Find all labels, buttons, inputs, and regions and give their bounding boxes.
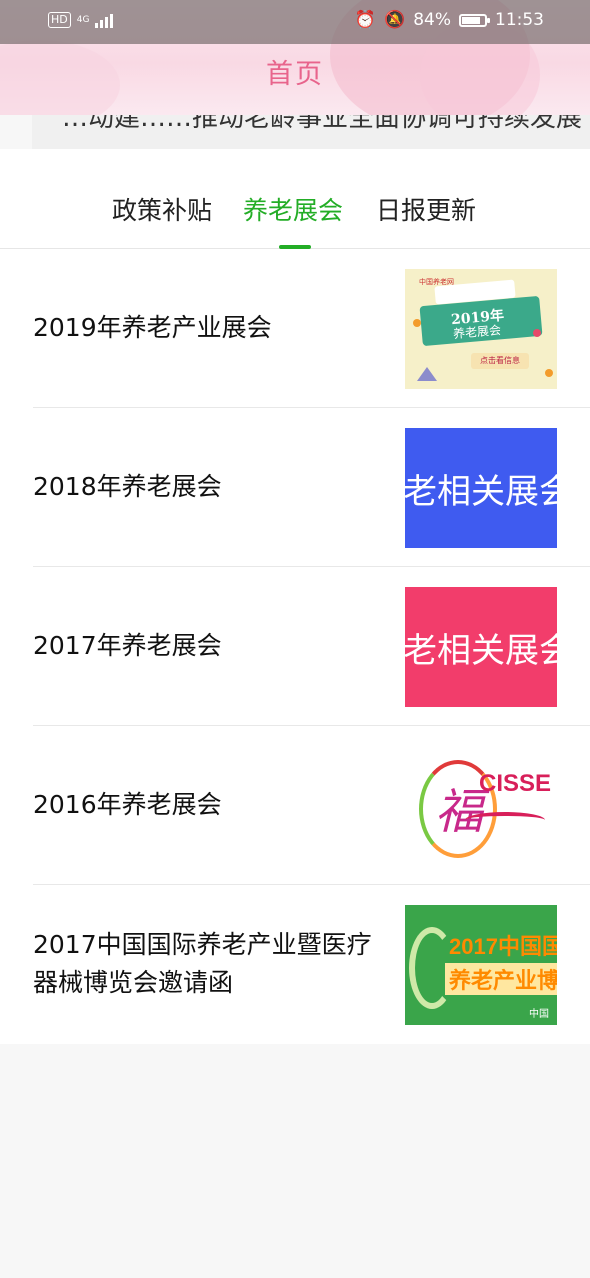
battery-icon xyxy=(459,13,490,27)
list-item[interactable]: 2018年养老展会 养老相关展会 xyxy=(33,408,590,567)
battery-percent: 84% xyxy=(413,10,451,30)
alarm-icon: ⏰ xyxy=(354,10,377,30)
thumbnail-2018-expo: 养老相关展会 xyxy=(405,428,557,548)
thumb-button: 点击看信息 xyxy=(471,353,529,369)
thumbnail-2017-expo: 养老相关展会 xyxy=(405,587,557,707)
banner-card[interactable]: …动建……推动老龄事业全面协调可持续发展 xyxy=(32,115,590,149)
list-item[interactable]: 2017中国国际养老产业暨医疗器械博览会邀请函 2017中国国际 养老产业博览会… xyxy=(33,885,590,1043)
hd-icon: HD xyxy=(48,12,71,28)
list-item-title: 2017年养老展会 xyxy=(33,631,222,660)
list-item-title: 2019年养老产业展会 xyxy=(33,313,272,342)
list-item[interactable]: 2019年养老产业展会 中国养老网 2019年 养老展会 点击看信息 xyxy=(33,249,590,408)
list-item-title: 2018年养老展会 xyxy=(33,472,222,501)
content-panel: 政策补贴 养老展会 日报更新 2019年养老产业展会 中国养老网 2019年 养… xyxy=(0,149,590,1044)
thumb-text: 养老相关展会 xyxy=(405,471,557,512)
mute-icon: 🔕 xyxy=(384,10,406,30)
thumb-text: 养老相关展会 xyxy=(405,630,557,671)
page-title: 首页 xyxy=(266,59,324,90)
banner-text: …动建……推动老龄事业全面协调可持续发展 xyxy=(62,115,583,133)
tab-elderly-expo[interactable]: 养老展会 xyxy=(243,191,343,227)
tab-bar: 政策补贴 养老展会 日报更新 xyxy=(0,149,590,249)
thumbnail-2017-invitation: 2017中国国际 养老产业博览会 中国 xyxy=(405,905,557,1025)
tab-policy-subsidy[interactable]: 政策补贴 xyxy=(112,191,212,227)
thumb-watermark: 中国 xyxy=(529,1009,549,1020)
thumb-fu-char: 福 xyxy=(435,784,484,840)
battery-fill xyxy=(462,16,481,24)
thumb-line1: 2017中国国际 xyxy=(449,934,557,959)
tab-daily-update[interactable]: 日报更新 xyxy=(376,191,476,227)
list-item[interactable]: 2017年养老展会 养老相关展会 xyxy=(33,567,590,726)
clock: 11:53 xyxy=(495,10,544,30)
thumbnail-2019-expo: 中国养老网 2019年 养老展会 点击看信息 xyxy=(405,269,557,389)
network-type: 4G xyxy=(76,14,90,25)
signal-icon xyxy=(95,12,114,28)
list-item-title: 2017中国国际养老产业暨医疗器械博览会邀请函 xyxy=(33,930,372,997)
list-item[interactable]: 2016年养老展会 福 CISSE xyxy=(33,726,590,885)
thumb-brand: CISSE xyxy=(479,770,552,797)
thumbnail-cisse-logo: 福 CISSE xyxy=(405,746,557,866)
thumb-line2: 养老产业博览会 xyxy=(445,963,557,995)
list-item-title: 2016年养老展会 xyxy=(33,790,222,819)
article-list: 2019年养老产业展会 中国养老网 2019年 养老展会 点击看信息 2018年… xyxy=(0,249,590,1043)
header: HD 4G ⏰ 🔕 84% 11:53 首页 xyxy=(0,0,590,115)
status-bar: HD 4G ⏰ 🔕 84% 11:53 xyxy=(0,0,590,44)
